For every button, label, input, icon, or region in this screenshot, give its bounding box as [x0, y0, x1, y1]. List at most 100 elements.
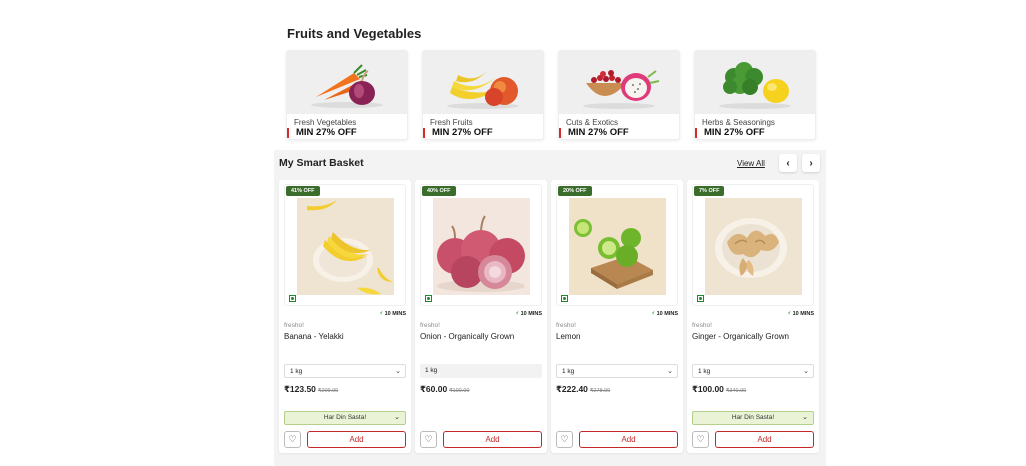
herbs-icon: [695, 51, 815, 114]
product-name[interactable]: Banana - Yelakki: [284, 332, 344, 341]
section-title-fruits-vegetables: Fruits and Vegetables: [287, 26, 422, 41]
promo-dropdown[interactable]: Har Din Sasta! ⌄: [692, 411, 814, 425]
add-button[interactable]: Add: [443, 431, 542, 448]
sale-price: ₹60.00: [420, 384, 448, 394]
lightning-icon: ⚡: [787, 311, 792, 317]
chevron-down-icon: ⌄: [802, 414, 808, 421]
page: Fruits and Vegetables Fresh Vegetables M…: [0, 0, 1026, 466]
delivery-time: ⚡ 10 MINS: [787, 311, 814, 317]
delivery-time: ⚡ 10 MINS: [651, 311, 678, 317]
category-name: Herbs & Seasonings: [702, 118, 775, 127]
size-value: 1 kg: [562, 368, 575, 375]
product-image-box[interactable]: 41% OFF: [284, 184, 406, 306]
delivery-time-label: 10 MINS: [656, 311, 678, 317]
veg-icon: [425, 295, 432, 302]
product-price: ₹100.00 ₹340.00: [692, 384, 746, 395]
mrp-price: ₹100.00: [449, 388, 470, 394]
chevron-down-icon: ⌄: [803, 368, 809, 375]
size-value: 1 kg: [290, 368, 303, 375]
discount-badge: 41% OFF: [286, 186, 320, 196]
discount-badge: 7% OFF: [694, 186, 725, 196]
product-card: 40% OFF ⚡ 10 MINS fresho! Onion - Organi…: [415, 180, 547, 453]
size-select[interactable]: 1 kg ⌄: [556, 364, 678, 378]
fruits-icon: [423, 51, 543, 114]
product-list: 41% OFF ⚡ 10 MINS fresho! Banana - Yelak…: [279, 180, 819, 453]
size-select[interactable]: 1 kg ⌄: [284, 364, 406, 378]
add-button[interactable]: Add: [307, 431, 406, 448]
banana-image: [297, 198, 394, 295]
category-name: Fresh Vegetables: [294, 118, 357, 127]
delivery-time-label: 10 MINS: [384, 311, 406, 317]
product-brand: fresho!: [692, 322, 712, 329]
lightning-icon: ⚡: [515, 311, 520, 317]
lemon-image: [569, 198, 666, 295]
view-all-link[interactable]: View All: [737, 159, 765, 168]
veg-icon: [289, 295, 296, 302]
chevron-down-icon: ⌄: [667, 368, 673, 375]
category-card-herbs-seasonings[interactable]: Herbs & Seasonings MIN 27% OFF: [694, 50, 816, 140]
delivery-time-label: 10 MINS: [792, 311, 814, 317]
heart-icon[interactable]: ♡: [284, 431, 301, 448]
promo-label: Har Din Sasta!: [323, 414, 367, 421]
product-brand: fresho!: [556, 322, 576, 329]
chevron-right-icon[interactable]: ›: [802, 154, 820, 172]
ginger-image: [705, 198, 802, 295]
category-offer: MIN 27% OFF: [287, 128, 357, 138]
product-price: ₹123.50 ₹209.00: [284, 384, 338, 395]
category-name: Fresh Fruits: [430, 118, 473, 127]
product-card: 20% OFF ⚡ 10 MINS fresho! Lemon 1 kg ⌄ ₹…: [551, 180, 683, 453]
product-image-box[interactable]: 20% OFF: [556, 184, 678, 306]
heart-icon[interactable]: ♡: [692, 431, 709, 448]
mrp-price: ₹278.00: [589, 388, 611, 394]
product-card: 7% OFF ⚡ 10 MINS fresho! Ginger - Organi…: [687, 180, 819, 453]
sale-price: ₹123.50: [284, 384, 316, 394]
category-card-fresh-fruits[interactable]: Fresh Fruits MIN 27% OFF: [422, 50, 544, 140]
product-card: 41% OFF ⚡ 10 MINS fresho! Banana - Yelak…: [279, 180, 411, 453]
heart-icon[interactable]: ♡: [420, 431, 437, 448]
mrp-price: ₹209.00: [317, 388, 339, 394]
category-name: Cuts & Exotics: [566, 118, 619, 127]
product-brand: fresho!: [284, 322, 304, 329]
product-image-box[interactable]: 40% OFF: [420, 184, 542, 306]
product-price: ₹222.40 ₹278.00: [556, 384, 610, 395]
product-brand: fresho!: [420, 322, 440, 329]
vegetables-icon: [287, 51, 407, 114]
lightning-icon: ⚡: [379, 311, 384, 317]
onion-image: [433, 198, 530, 295]
product-name[interactable]: Onion - Organically Grown: [420, 332, 514, 341]
veg-icon: [697, 295, 704, 302]
chevron-down-icon: ⌄: [395, 368, 401, 375]
sale-price: ₹222.40: [556, 384, 588, 394]
category-offer: MIN 27% OFF: [695, 128, 765, 138]
product-image-box[interactable]: 7% OFF: [692, 184, 814, 306]
mrp-price: ₹340.00: [725, 388, 747, 394]
size-select: 1 kg: [420, 364, 542, 378]
delivery-time: ⚡ 10 MINS: [515, 311, 542, 317]
promo-label: Har Din Sasta!: [731, 414, 775, 421]
veg-icon: [561, 295, 568, 302]
delivery-time: ⚡ 10 MINS: [379, 311, 406, 317]
product-name[interactable]: Ginger - Organically Grown: [692, 332, 789, 341]
exotics-icon: [559, 51, 679, 114]
sale-price: ₹100.00: [692, 384, 724, 394]
smart-basket-section: My Smart Basket View All ‹ › 41% OFF ⚡ 1…: [274, 150, 826, 466]
size-value: 1 kg: [425, 367, 438, 374]
lightning-icon: ⚡: [651, 311, 656, 317]
product-price: ₹60.00 ₹100.00: [420, 384, 470, 395]
category-card-cuts-exotics[interactable]: Cuts & Exotics MIN 27% OFF: [558, 50, 680, 140]
chevron-down-icon: ⌄: [394, 414, 400, 421]
delivery-time-label: 10 MINS: [520, 311, 542, 317]
size-select[interactable]: 1 kg ⌄: [692, 364, 814, 378]
add-button[interactable]: Add: [579, 431, 678, 448]
promo-dropdown[interactable]: Har Din Sasta! ⌄: [284, 411, 406, 425]
chevron-left-icon[interactable]: ‹: [779, 154, 797, 172]
category-row: Fresh Vegetables MIN 27% OFF Fresh Fruit…: [286, 50, 816, 140]
discount-badge: 20% OFF: [558, 186, 592, 196]
category-offer: MIN 27% OFF: [559, 128, 629, 138]
add-button[interactable]: Add: [715, 431, 814, 448]
product-name[interactable]: Lemon: [556, 332, 580, 341]
category-offer: MIN 27% OFF: [423, 128, 493, 138]
heart-icon[interactable]: ♡: [556, 431, 573, 448]
basket-title: My Smart Basket: [279, 157, 364, 169]
category-card-fresh-vegetables[interactable]: Fresh Vegetables MIN 27% OFF: [286, 50, 408, 140]
